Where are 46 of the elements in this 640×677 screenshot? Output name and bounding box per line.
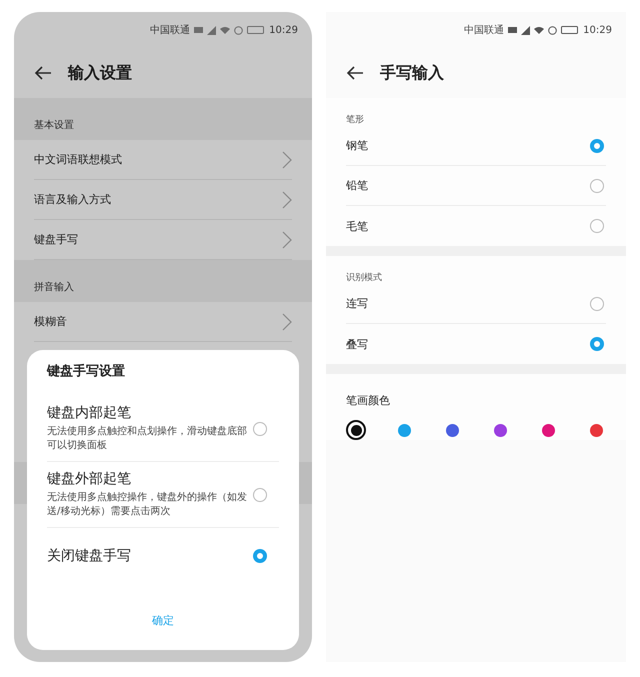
screen-title: 手写输入 (380, 62, 444, 84)
chevron-icon (282, 190, 292, 208)
dialog-title: 键盘手写设置 (47, 362, 126, 381)
battery-icon (561, 26, 580, 34)
option-row[interactable]: 钢笔 (346, 126, 606, 166)
settings-item[interactable]: 语言及输入方式 (34, 180, 292, 220)
option-row[interactable]: 叠写 (346, 324, 606, 364)
section-header: 识别模式 (346, 272, 382, 284)
carrier-name: 中国联通 (464, 24, 504, 37)
clock-time: 10:29 (583, 24, 612, 36)
section-header: 笔画颜色 (346, 393, 390, 408)
screen-title: 输入设置 (68, 62, 132, 84)
option-row[interactable]: 毛笔 (346, 206, 606, 246)
chevron-icon (282, 150, 292, 168)
option-row[interactable]: 连写 (346, 284, 606, 324)
color-swatch[interactable] (346, 420, 366, 440)
chevron-icon (282, 230, 292, 248)
option-description: 无法使用多点触控操作，键盘外的操作（如发送/移动光标）需要点击两次 (47, 491, 247, 519)
radio-button[interactable] (590, 219, 604, 233)
back-icon[interactable] (34, 66, 52, 80)
option-label: 键盘外部起笔 (47, 470, 132, 488)
back-icon[interactable] (346, 66, 364, 80)
clock-time: 10:29 (269, 24, 298, 36)
section-header: 基本设置 (34, 118, 74, 132)
section-header: 拼音输入 (34, 280, 74, 294)
wifi-icon (534, 26, 544, 34)
signal-icon (521, 26, 530, 34)
carrier-name: 中国联通 (150, 24, 190, 37)
option-label: 键盘内部起笔 (47, 404, 132, 422)
chevron-icon (282, 312, 292, 330)
settings-item[interactable]: 模糊音 (34, 302, 292, 342)
radio-button[interactable] (253, 549, 267, 563)
wifi-icon (220, 26, 230, 34)
option-label: 关闭键盘手写 (47, 547, 132, 565)
radio-button[interactable] (590, 138, 604, 152)
settings-item[interactable]: 中文词语联想模式 (34, 140, 292, 180)
radio-button[interactable] (253, 422, 267, 436)
section-header: 笔形 (346, 114, 364, 126)
option-description: 无法使用多点触控和点划操作，滑动键盘底部可以切换面板 (47, 425, 247, 453)
signal-icon (207, 26, 216, 34)
radio-button[interactable] (590, 337, 604, 351)
radio-button[interactable] (253, 488, 267, 502)
battery-icon (247, 26, 266, 34)
radio-button[interactable] (590, 178, 604, 192)
radio-button[interactable] (590, 296, 604, 310)
option-row[interactable]: 铅笔 (346, 166, 606, 206)
